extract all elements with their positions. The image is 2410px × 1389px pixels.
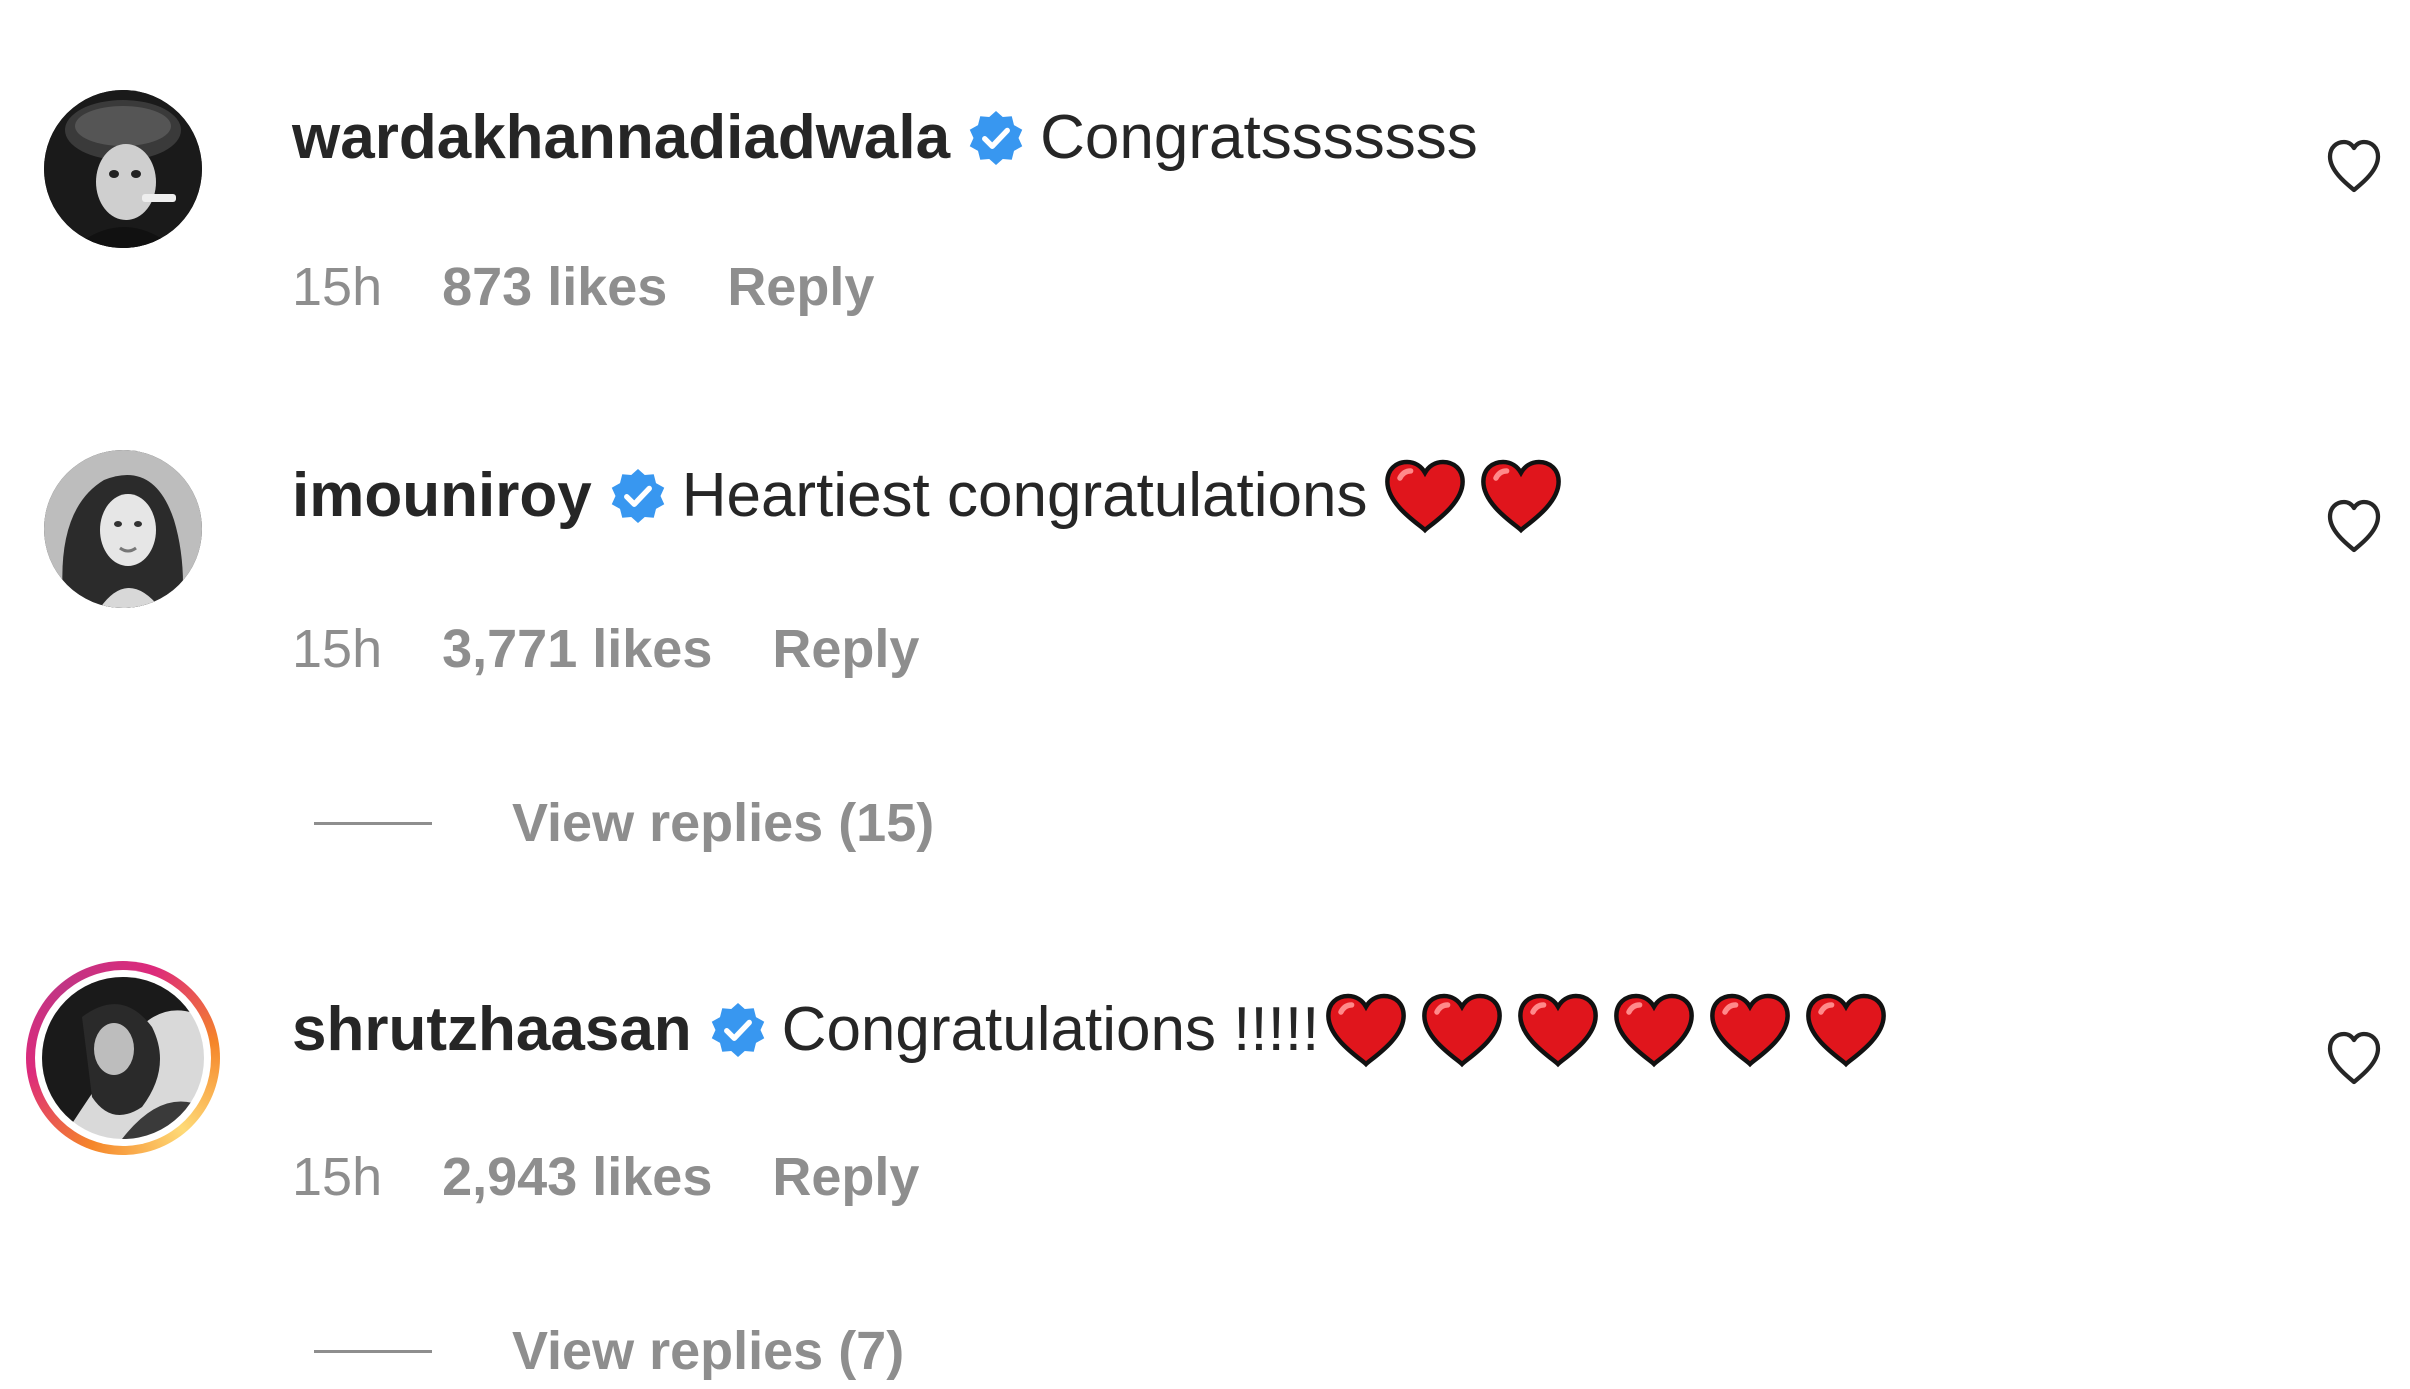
reply-button[interactable]: Reply (727, 256, 874, 318)
view-replies-button[interactable]: View replies (7) (314, 1320, 904, 1382)
red-heart-emoji-icon (1480, 459, 1561, 534)
view-replies-divider (314, 1349, 432, 1353)
username-link[interactable]: shrutzhaasan (292, 990, 692, 1070)
red-heart-emoji-icon (1518, 993, 1599, 1068)
verified-badge-icon (711, 1003, 764, 1057)
comment-text-row: wardakhannadiadwala Congratsssssss (292, 98, 1478, 178)
avatar[interactable] (44, 90, 202, 248)
comment-text: Congratulations !!!!! (781, 995, 1320, 1064)
view-replies-label: View replies (15) (512, 793, 935, 853)
verified-badge-icon (611, 469, 664, 523)
red-heart-emoji-icon (1384, 459, 1465, 534)
likes-count-button[interactable]: 3,771 likes (442, 618, 712, 680)
comment-time: 15h (292, 257, 383, 317)
comment-meta: 15h 873 likes Reply (292, 256, 934, 318)
comment-time: 15h (292, 1147, 383, 1207)
avatar-photo (42, 977, 204, 1139)
avatar-photo (44, 90, 202, 248)
comment-time: 15h (292, 619, 383, 679)
heart-outline-icon[interactable] (2322, 134, 2386, 198)
comment-meta: 15h 2,943 likes Reply (292, 1146, 979, 1208)
comment-text: Congratsssssss (1040, 103, 1478, 172)
heart-emoji-group (1323, 990, 1899, 1070)
likes-count-button[interactable]: 2,943 likes (442, 1146, 712, 1208)
username-link[interactable]: wardakhannadiadwala (292, 98, 950, 178)
comment-meta: 15h 3,771 likes Reply (292, 618, 979, 680)
avatar-photo (44, 450, 202, 608)
comment-text: Heartiest congratulations (681, 461, 1368, 530)
avatar[interactable] (44, 450, 202, 608)
avatar-ring-gap (35, 970, 211, 1146)
reply-button[interactable]: Reply (772, 1146, 919, 1208)
username-link[interactable]: imouniroy (292, 456, 592, 536)
verified-badge-icon (969, 111, 1023, 165)
red-heart-emoji-icon (1326, 993, 1407, 1068)
red-heart-emoji-icon (1614, 993, 1695, 1068)
view-replies-button[interactable]: View replies (15) (314, 792, 934, 854)
avatar-story-ring[interactable] (26, 961, 220, 1155)
red-heart-emoji-icon (1806, 993, 1887, 1068)
view-replies-label: View replies (7) (512, 1321, 905, 1381)
view-replies-divider (314, 821, 432, 825)
heart-outline-icon[interactable] (2322, 494, 2386, 558)
comment-text-row: imouniroy Heartiest congratulations (292, 456, 1574, 536)
red-heart-emoji-icon (1710, 993, 1791, 1068)
reply-button[interactable]: Reply (772, 618, 919, 680)
comment-text-row: shrutzhaasan Congratulations !!!!! (292, 990, 1899, 1070)
heart-emoji-group (1382, 456, 1574, 536)
red-heart-emoji-icon (1422, 993, 1503, 1068)
likes-count-button[interactable]: 873 likes (442, 256, 667, 318)
avatar (42, 977, 204, 1139)
heart-outline-icon[interactable] (2322, 1026, 2386, 1090)
